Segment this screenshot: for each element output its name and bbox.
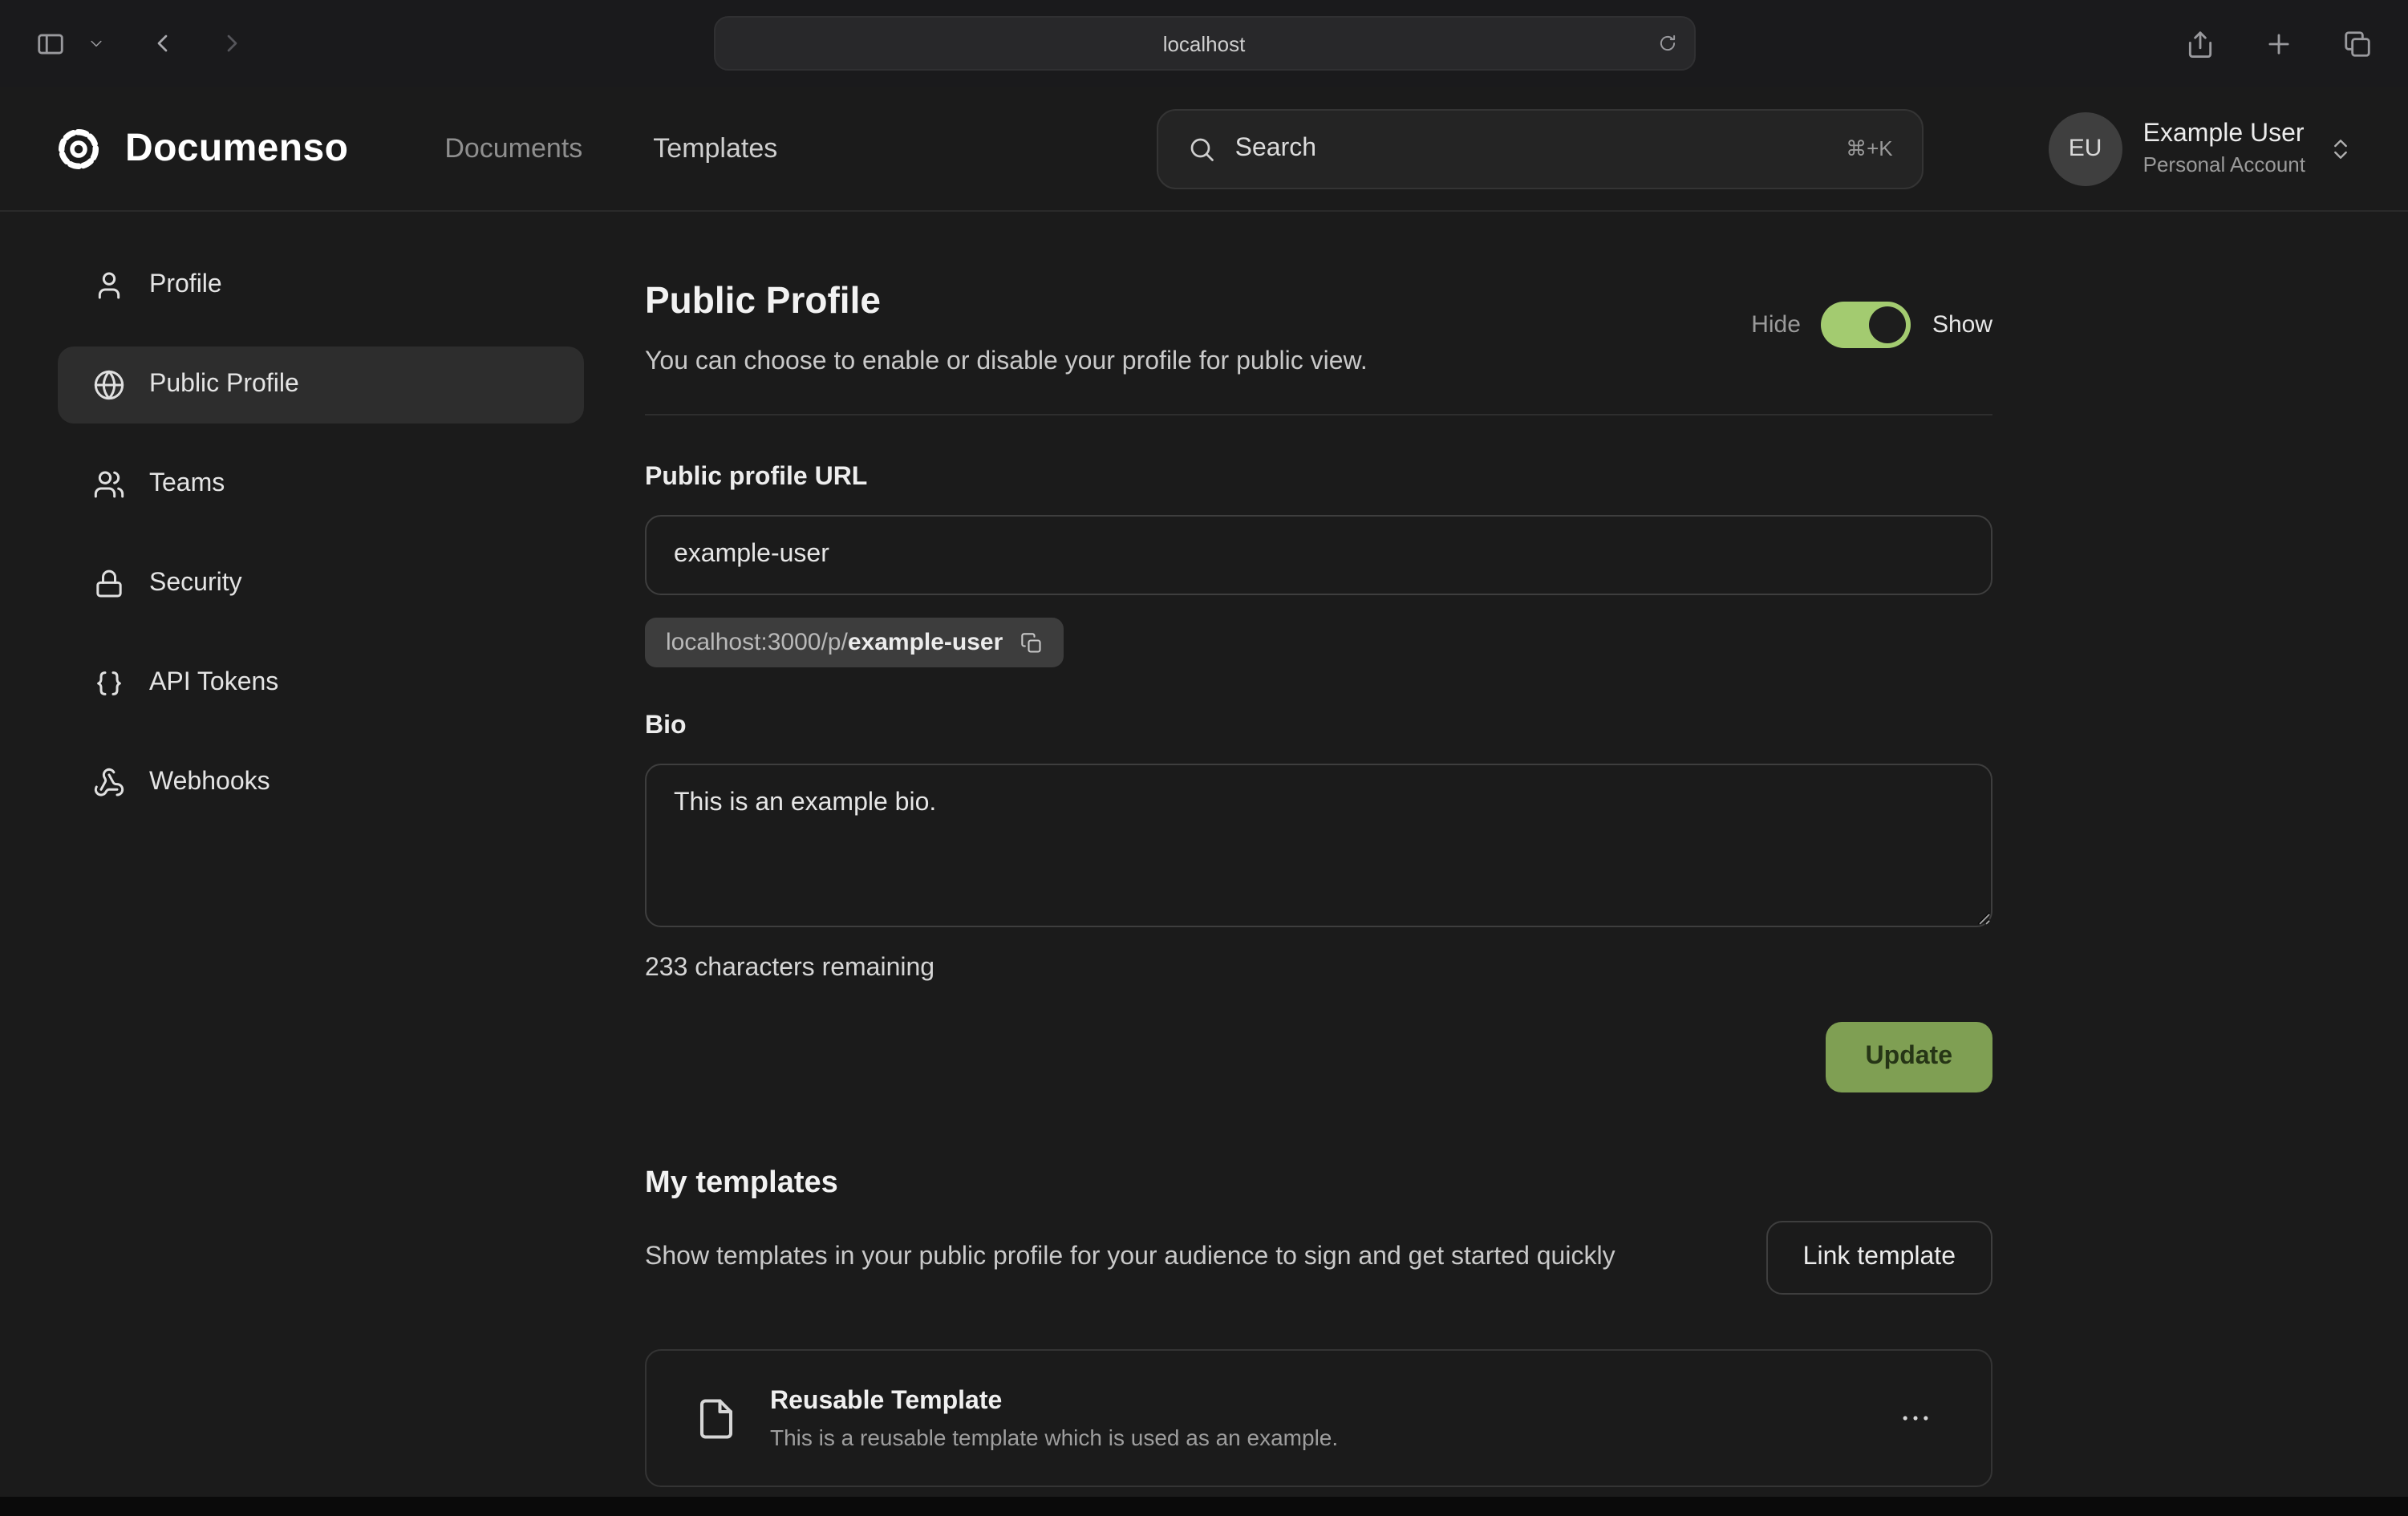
- search-shortcut: ⌘+K: [1846, 136, 1893, 161]
- user-menu[interactable]: EU Example User Personal Account: [2049, 111, 2353, 185]
- sidebar-item-label: Profile: [149, 271, 222, 300]
- visibility-toggle-group: Hide Show: [1751, 302, 1992, 348]
- public-profile-url-input[interactable]: [645, 515, 1992, 595]
- link-template-button[interactable]: Link template: [1766, 1221, 1992, 1295]
- url-preview-badge: localhost:3000/p/example-user: [645, 618, 1064, 667]
- globe-icon: [93, 369, 125, 401]
- app-header: Documenso Documents Templates Search ⌘+K…: [0, 87, 2408, 212]
- sidebar-item-security[interactable]: Security: [58, 545, 584, 622]
- app-window: localhost Documenso Documents: [0, 0, 2408, 1516]
- refresh-icon[interactable]: [1656, 33, 1677, 54]
- my-templates-title: My templates: [645, 1163, 1992, 1205]
- template-card: Reusable Template This is a reusable tem…: [645, 1349, 1992, 1487]
- template-title: Reusable Template: [770, 1387, 1338, 1416]
- update-button[interactable]: Update: [1826, 1022, 1992, 1092]
- app-body: Profile Public Profile Teams Security: [0, 212, 2408, 1487]
- window-bottom-edge: [0, 1497, 2408, 1516]
- brand-name: Documenso: [125, 126, 348, 171]
- profile-visibility-toggle[interactable]: [1822, 302, 1911, 348]
- sidebar-item-label: Teams: [149, 470, 225, 499]
- users-icon: [93, 468, 125, 501]
- bio-field-label: Bio: [645, 712, 1992, 741]
- bio-textarea[interactable]: This is an example bio.: [645, 764, 1992, 927]
- ellipsis-menu-icon[interactable]: [1888, 1391, 1943, 1445]
- page-title: Public Profile: [645, 276, 1368, 324]
- chevrons-up-down-icon[interactable]: [2328, 136, 2353, 161]
- avatar: EU: [2049, 111, 2122, 185]
- sidebar-item-label: Public Profile: [149, 371, 299, 399]
- toggle-knob: [1870, 306, 1907, 343]
- nav-templates[interactable]: Templates: [653, 132, 777, 164]
- search-placeholder: Search: [1235, 134, 1316, 163]
- sidebar-item-api-tokens[interactable]: API Tokens: [58, 645, 584, 722]
- tab-overview-icon[interactable]: [2336, 22, 2379, 65]
- webhook-icon: [93, 767, 125, 799]
- settings-sidebar: Profile Public Profile Teams Security: [58, 247, 584, 1487]
- top-nav: Documents Templates: [444, 132, 777, 164]
- brand[interactable]: Documenso: [55, 124, 348, 172]
- sidebar-item-webhooks[interactable]: Webhooks: [58, 744, 584, 821]
- forward-icon[interactable]: [210, 22, 252, 64]
- new-tab-icon[interactable]: [2257, 22, 2301, 65]
- file-icon: [695, 1396, 738, 1440]
- documenso-logo-icon: [55, 124, 103, 172]
- nav-documents[interactable]: Documents: [444, 132, 582, 164]
- chevron-down-icon[interactable]: [82, 29, 111, 58]
- user-icon: [93, 270, 125, 302]
- address-bar[interactable]: localhost: [713, 16, 1695, 71]
- user-name: Example User: [2143, 120, 2305, 149]
- chars-remaining: 233 characters remaining: [645, 955, 1992, 983]
- sidebar-item-teams[interactable]: Teams: [58, 446, 584, 523]
- browser-chrome: localhost: [0, 0, 2408, 87]
- share-icon[interactable]: [2179, 22, 2222, 65]
- divider: [645, 414, 1992, 415]
- hide-label: Hide: [1751, 311, 1801, 338]
- search-icon: [1187, 134, 1216, 163]
- back-icon[interactable]: [143, 22, 184, 64]
- sidebar-item-label: API Tokens: [149, 669, 278, 698]
- sidebar-item-profile[interactable]: Profile: [58, 247, 584, 324]
- template-description: This is a reusable template which is use…: [770, 1424, 1338, 1449]
- sidebar-item-label: Webhooks: [149, 768, 270, 797]
- braces-icon: [93, 667, 125, 699]
- page-subtitle: You can choose to enable or disable your…: [645, 343, 1368, 382]
- copy-icon[interactable]: [1020, 631, 1043, 654]
- search-input[interactable]: Search ⌘+K: [1157, 108, 1924, 188]
- user-account-type: Personal Account: [2143, 152, 2305, 176]
- sidebar-item-public-profile[interactable]: Public Profile: [58, 347, 584, 424]
- url-field-label: Public profile URL: [645, 464, 1992, 492]
- show-label: Show: [1932, 311, 1992, 338]
- sidebar-item-label: Security: [149, 570, 242, 598]
- main-content: Public Profile You can choose to enable …: [645, 247, 1992, 1487]
- sidebar-toggle-icon[interactable]: [29, 22, 72, 65]
- my-templates-subtitle: Show templates in your public profile fo…: [645, 1237, 1615, 1279]
- url-preview-text: localhost:3000/p/example-user: [666, 629, 1003, 656]
- address-url: localhost: [1163, 31, 1246, 55]
- lock-icon: [93, 568, 125, 600]
